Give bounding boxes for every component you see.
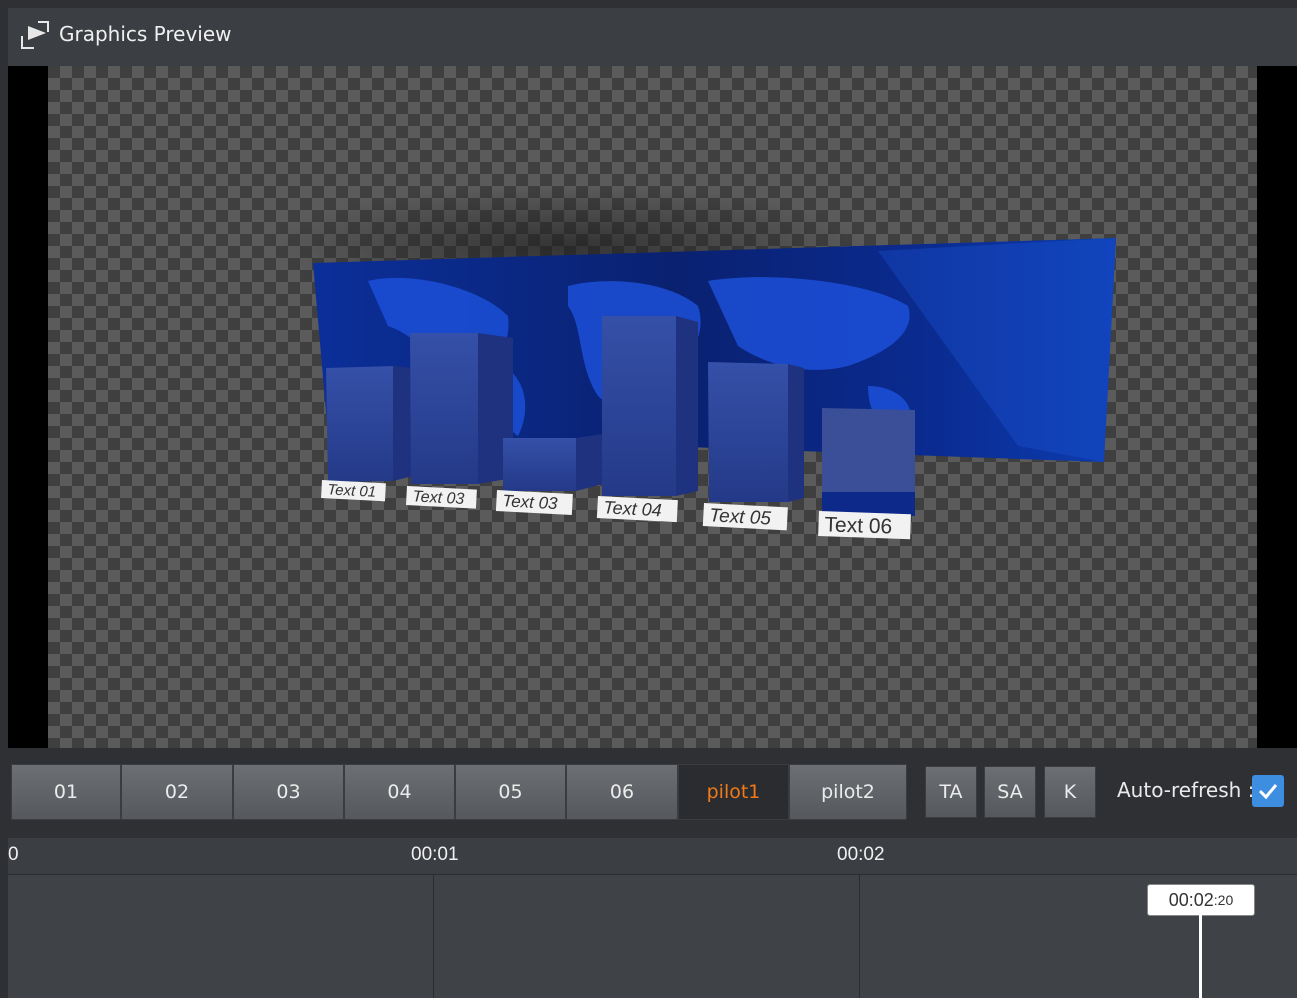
- segment-pilot1[interactable]: pilot1: [678, 764, 789, 820]
- bar-3: [503, 434, 603, 491]
- k-button[interactable]: K: [1044, 766, 1096, 818]
- graphics-preview-viewport[interactable]: Text 01 Text 03 Text 03 Text 04 Text 05 …: [8, 66, 1297, 748]
- playhead-frames: :20: [1213, 892, 1234, 908]
- auto-refresh-label: Auto-refresh :: [1117, 778, 1255, 802]
- tick-00-01: 00:01: [411, 844, 459, 865]
- timeline-ruler[interactable]: 0 00:01 00:02: [8, 838, 1297, 875]
- segment-03[interactable]: 03: [233, 764, 344, 820]
- sa-button[interactable]: SA: [984, 766, 1036, 818]
- segment-pilot2[interactable]: pilot2: [789, 764, 907, 820]
- segment-02[interactable]: 02: [121, 764, 233, 820]
- bar-label-2: Text 03: [412, 488, 465, 508]
- ta-button[interactable]: TA: [925, 766, 977, 818]
- grid-line: [433, 875, 434, 998]
- playhead-line[interactable]: [1199, 914, 1202, 998]
- bar-label-6: Text 06: [824, 513, 892, 538]
- grid-line: [859, 875, 860, 998]
- bar-6: [822, 408, 915, 516]
- auto-refresh-checkbox[interactable]: [1252, 775, 1284, 807]
- bar-label-4: Text 04: [603, 497, 662, 520]
- bar-5: [708, 362, 804, 502]
- segment-05[interactable]: 05: [455, 764, 566, 820]
- preview-arrow-icon[interactable]: [18, 20, 50, 52]
- segment-04[interactable]: 04: [344, 764, 455, 820]
- bar-4: [602, 316, 698, 496]
- bar-label-3: Text 03: [502, 491, 559, 513]
- segment-01[interactable]: 01: [11, 764, 121, 820]
- bar-1: [326, 366, 413, 482]
- playhead-time: 00:02: [1168, 889, 1214, 910]
- bar-2: [410, 333, 513, 484]
- bar-label-1: Text 01: [327, 481, 376, 501]
- tick-00-02: 00:02: [837, 844, 885, 865]
- window-title: Graphics Preview: [59, 22, 232, 46]
- tick-0: 0: [8, 844, 19, 865]
- timeline-track[interactable]: [8, 875, 1297, 998]
- scene-toolbar: 01 02 03 04 05 06 pilot1 pilot2 TA SA K …: [8, 760, 1297, 826]
- title-bar: Graphics Preview: [8, 8, 1297, 67]
- preview-scene: Text 01 Text 03 Text 03 Text 04 Text 05 …: [268, 186, 1116, 540]
- playhead-time-label[interactable]: 00:02:20: [1147, 884, 1255, 916]
- bar-label-5: Text 05: [709, 505, 772, 529]
- checkmark-icon: [1258, 784, 1278, 800]
- segment-06[interactable]: 06: [566, 764, 678, 820]
